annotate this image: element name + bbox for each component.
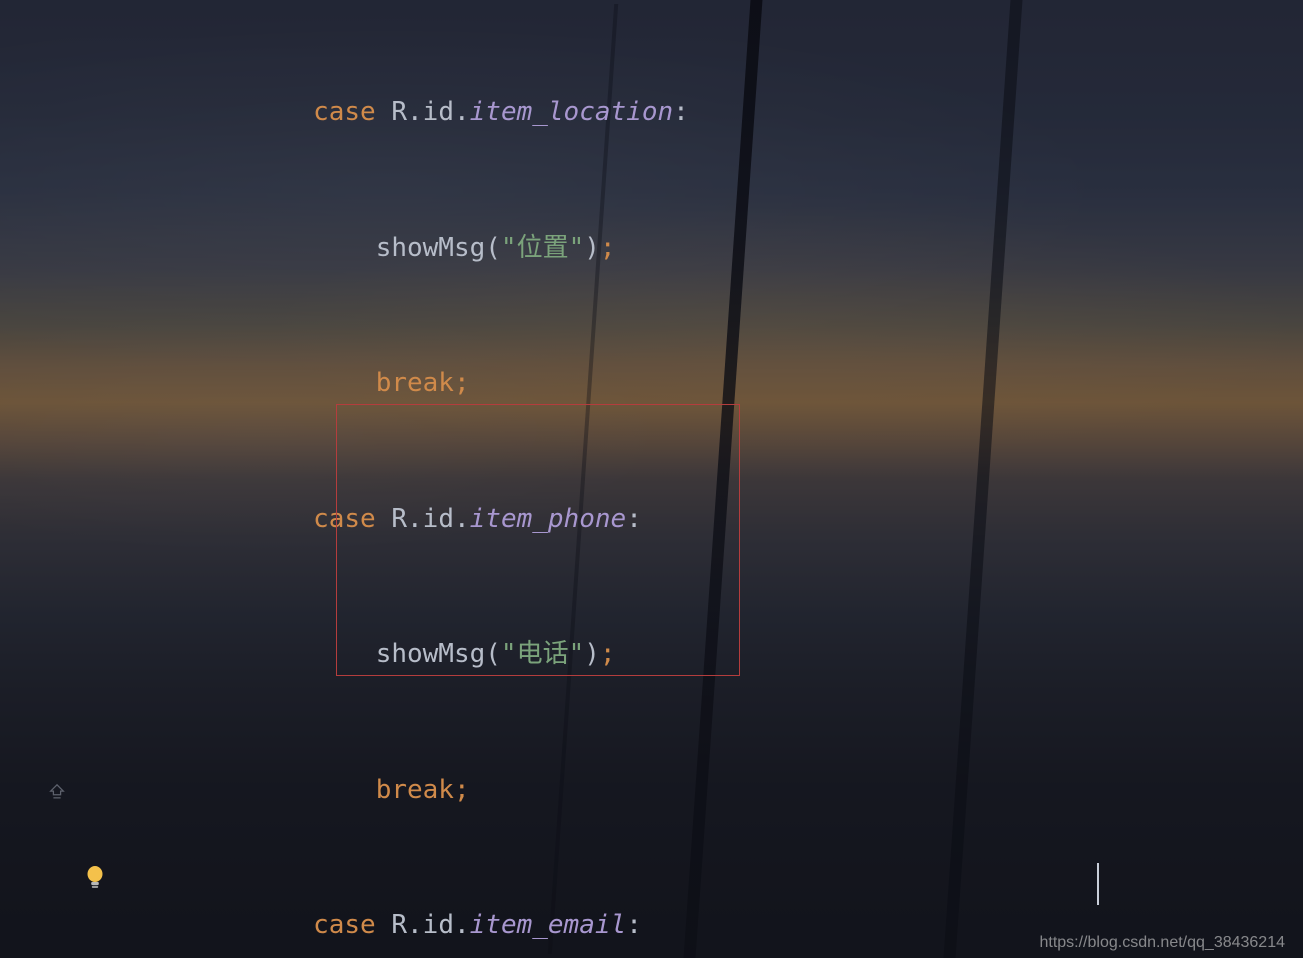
code-area[interactable]: case R.id.item_location: showMsg("位置"); … xyxy=(0,0,1303,958)
code-editor[interactable]: case R.id.item_location: showMsg("位置"); … xyxy=(0,0,1303,958)
kw-case: case xyxy=(313,97,376,127)
fn-showmsg: showMsg xyxy=(376,233,486,263)
id-R: R xyxy=(391,97,407,127)
str-phone: "电话" xyxy=(501,639,584,669)
id-id: id xyxy=(423,97,454,127)
field-item-phone: item_phone xyxy=(470,504,627,534)
field-item-email: item_email xyxy=(470,910,627,940)
watermark: https://blog.csdn.net/qq_38436214 xyxy=(1039,934,1285,952)
str-location: "位置" xyxy=(501,233,584,263)
text-caret xyxy=(1097,863,1099,905)
field-item-location: item_location xyxy=(470,97,674,127)
kw-break: break xyxy=(376,368,454,398)
